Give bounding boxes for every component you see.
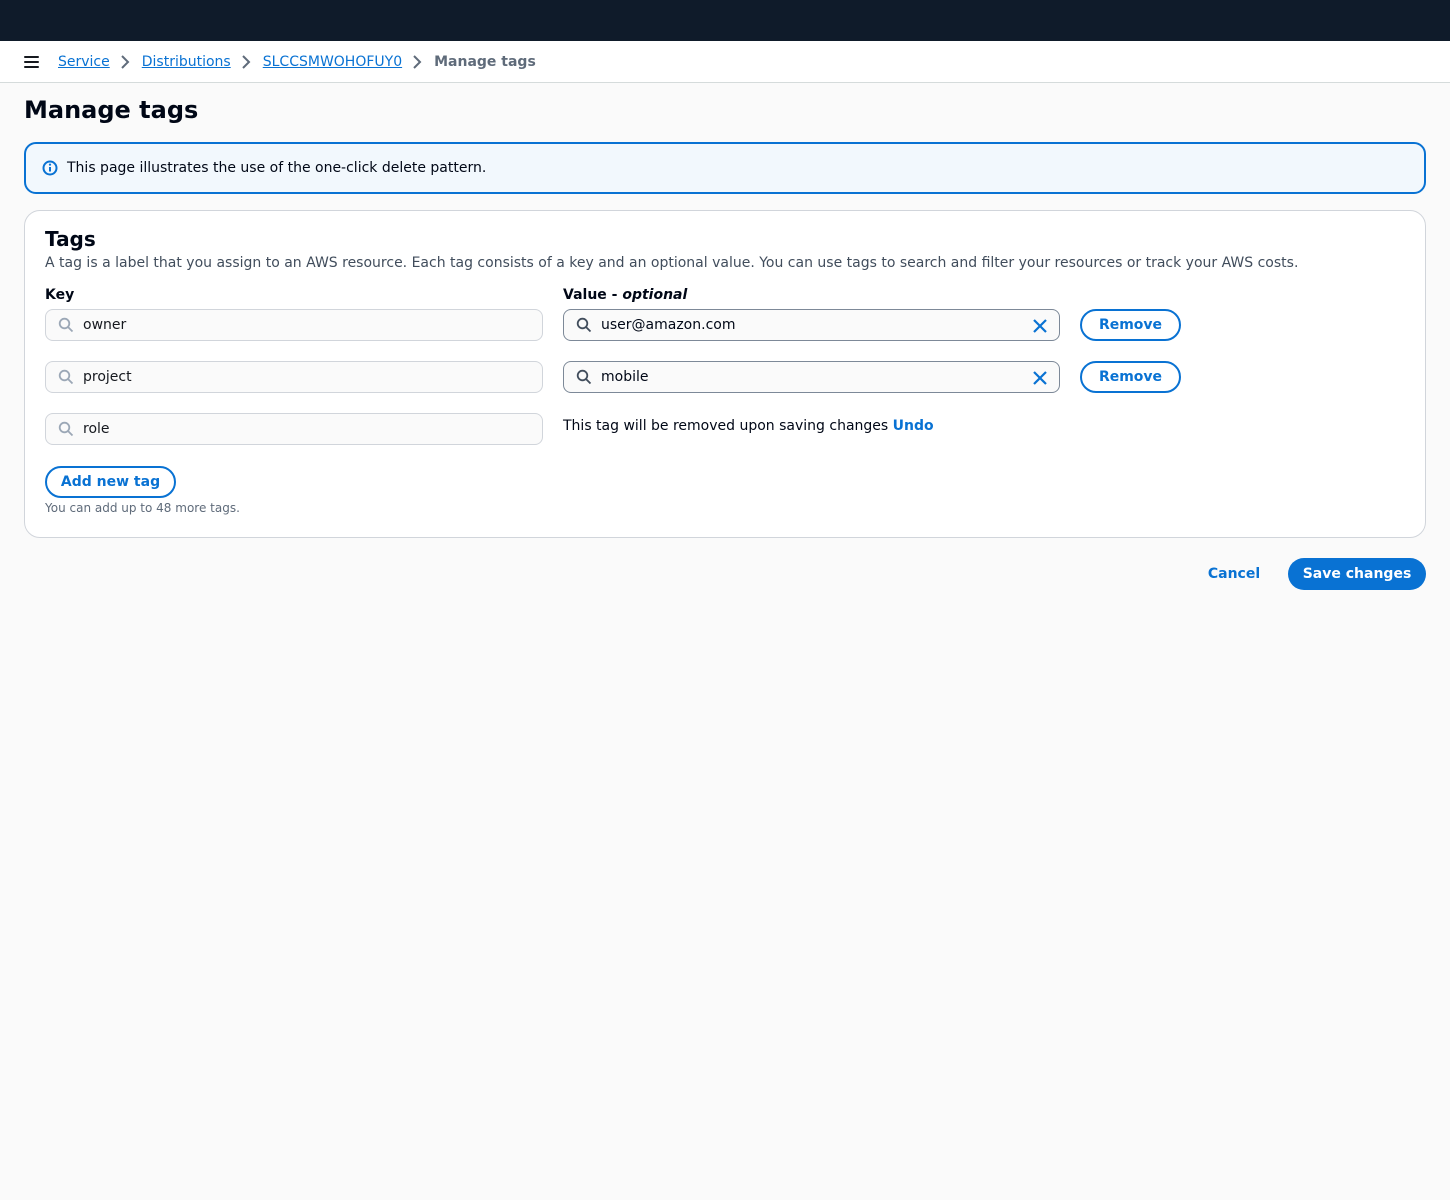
breadcrumb-current: Manage tags: [434, 54, 536, 70]
menu-icon[interactable]: [24, 55, 39, 69]
alert-text: This page illustrates the use of the one…: [67, 160, 487, 176]
tag-key-input[interactable]: role: [45, 413, 543, 445]
breadcrumb-distributions[interactable]: Distributions: [142, 54, 231, 70]
chevron-right-icon: [231, 54, 263, 70]
tag-key-value: role: [83, 421, 110, 437]
undo-link[interactable]: Undo: [893, 418, 934, 434]
search-icon: [58, 421, 74, 437]
info-alert: This page illustrates the use of the one…: [24, 142, 1426, 194]
top-header-bar: [0, 0, 1450, 41]
search-icon: [576, 317, 592, 333]
breadcrumb-bar: Service Distributions SLCCSMWOHOFUY0 Man…: [0, 41, 1450, 83]
breadcrumb-distribution-id[interactable]: SLCCSMWOHOFUY0: [263, 54, 402, 70]
tag-value-value: user@amazon.com: [601, 317, 736, 333]
tag-key-input[interactable]: owner: [45, 309, 543, 341]
clear-icon[interactable]: [1032, 370, 1048, 386]
remove-tag-button[interactable]: Remove: [1080, 361, 1181, 393]
remove-tag-button[interactable]: Remove: [1080, 309, 1181, 341]
chevron-right-icon: [402, 54, 434, 70]
breadcrumb: Service Distributions SLCCSMWOHOFUY0 Man…: [58, 41, 536, 83]
tag-value-input[interactable]: mobile: [563, 361, 1060, 393]
tag-key-value: project: [83, 369, 132, 385]
tags-description: A tag is a label that you assign to an A…: [45, 255, 1299, 271]
breadcrumb-service[interactable]: Service: [58, 54, 110, 70]
add-new-tag-button[interactable]: Add new tag: [45, 466, 176, 498]
optional-label: optional: [622, 287, 688, 303]
tag-key-input[interactable]: project: [45, 361, 543, 393]
search-icon: [58, 369, 74, 385]
save-changes-button[interactable]: Save changes: [1288, 558, 1426, 590]
tag-limit-note: You can add up to 48 more tags.: [45, 501, 240, 515]
chevron-right-icon: [110, 54, 142, 70]
removed-message-text: This tag will be removed upon saving cha…: [563, 418, 893, 434]
tag-key-value: owner: [83, 317, 127, 333]
search-icon: [576, 369, 592, 385]
info-icon: [42, 160, 58, 176]
tag-value-value: mobile: [601, 369, 649, 385]
value-label-text: Value -: [563, 287, 623, 303]
tags-container: Tags A tag is a label that you assign to…: [24, 210, 1426, 538]
tag-value-input[interactable]: user@amazon.com: [563, 309, 1060, 341]
clear-icon[interactable]: [1032, 318, 1048, 334]
value-column-label: Value - optional: [563, 287, 687, 303]
key-column-label: Key: [45, 287, 75, 303]
tag-removed-message: This tag will be removed upon saving cha…: [563, 418, 934, 434]
tags-heading: Tags: [45, 227, 96, 251]
cancel-button[interactable]: Cancel: [1196, 558, 1272, 590]
search-icon: [58, 317, 74, 333]
page-title: Manage tags: [24, 96, 199, 124]
